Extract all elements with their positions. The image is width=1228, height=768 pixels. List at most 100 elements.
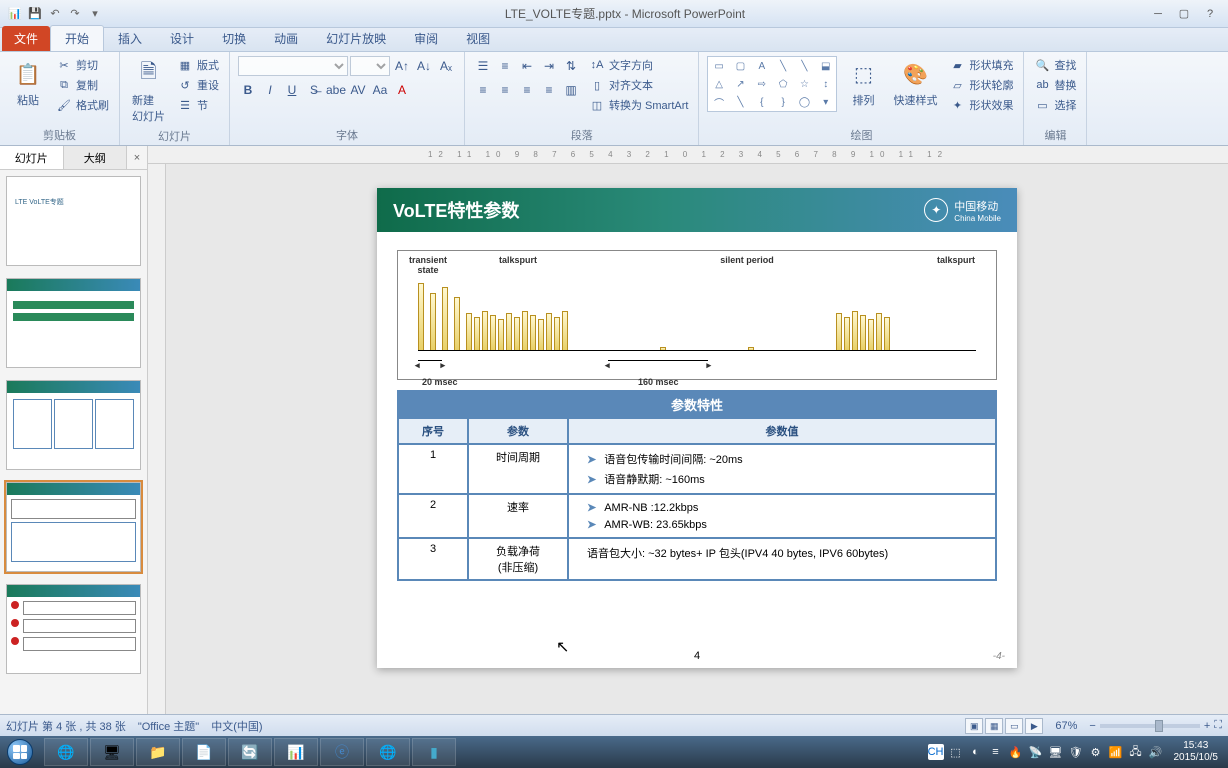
outdent-button[interactable]: ⇤ (517, 56, 537, 76)
tab-view[interactable]: 视图 (452, 26, 504, 51)
slide-thumb-4[interactable] (6, 482, 141, 572)
taskbar-app-8[interactable]: 🌐 (366, 738, 410, 766)
section-button[interactable]: ☰节 (175, 96, 221, 114)
align-center-button[interactable]: ≡ (495, 80, 515, 100)
slideshow-view-button[interactable]: ▶ (1025, 718, 1043, 734)
find-button[interactable]: 🔍查找 (1032, 56, 1078, 74)
text-direction-button[interactable]: ↕A文字方向 (587, 56, 690, 74)
taskbar-app-3[interactable]: 📁 (136, 738, 180, 766)
tray-icon-5[interactable]: 📡 (1028, 744, 1044, 760)
tab-transitions[interactable]: 切换 (208, 26, 260, 51)
shapes-gallery[interactable]: ▭▢A╲╲⬓ △↗⇨⬠☆↕ ⌒╲{}◯▾ (707, 56, 837, 112)
minimize-button[interactable]: ─ (1146, 5, 1170, 23)
panel-close-icon[interactable]: × (127, 146, 147, 169)
layout-button[interactable]: ▦版式 (175, 56, 221, 74)
shadow-button[interactable]: abe (326, 80, 346, 100)
slide-thumb-2[interactable] (6, 278, 141, 368)
font-size-select[interactable] (350, 56, 390, 76)
save-icon[interactable]: 💾 (26, 5, 44, 23)
align-left-button[interactable]: ≡ (473, 80, 493, 100)
tab-insert[interactable]: 插入 (104, 26, 156, 51)
paste-button[interactable]: 📋 粘贴 (8, 56, 48, 110)
spacing-button[interactable]: AV (348, 80, 368, 100)
tray-volume-icon[interactable]: 🔊 (1148, 744, 1164, 760)
format-painter-button[interactable]: 🖌格式刷 (54, 96, 111, 114)
increase-font-icon[interactable]: A↑ (392, 56, 412, 76)
smartart-button[interactable]: ◫转换为 SmartArt (587, 96, 690, 114)
tray-icon-4[interactable]: 🔥 (1008, 744, 1024, 760)
start-button[interactable] (0, 736, 40, 768)
font-color-button[interactable]: A (392, 80, 412, 100)
slide-thumb-3[interactable] (6, 380, 141, 470)
clear-format-icon[interactable]: Aₓ (436, 56, 456, 76)
zoom-in-button[interactable]: + (1204, 720, 1210, 732)
fit-window-button[interactable]: ⛶ (1214, 719, 1222, 732)
help-button[interactable]: ? (1198, 5, 1222, 23)
taskbar-app-5[interactable]: 🔄 (228, 738, 272, 766)
zoom-slider[interactable] (1100, 724, 1200, 728)
tray-icon-8[interactable]: ⚙ (1088, 744, 1104, 760)
normal-view-button[interactable]: ▣ (965, 718, 983, 734)
slide[interactable]: VoLTE特性参数 ✦ 中国移动 China Mobile transient … (377, 188, 1017, 668)
taskbar-app-9[interactable]: ▮ (412, 738, 456, 766)
quick-styles-button[interactable]: 🎨 快速样式 (889, 56, 941, 110)
shape-fill-button[interactable]: ▰形状填充 (947, 56, 1015, 74)
indent-button[interactable]: ⇥ (539, 56, 559, 76)
clock[interactable]: 15:43 2015/10/5 (1168, 740, 1225, 764)
tray-icon-6[interactable]: 🖥 (1048, 744, 1064, 760)
reading-view-button[interactable]: ▭ (1005, 718, 1023, 734)
tray-icon-3[interactable]: ≡ (988, 744, 1004, 760)
bullets-button[interactable]: ☰ (473, 56, 493, 76)
tray-icon-2[interactable]: ◐ (968, 744, 984, 760)
zoom-out-button[interactable]: − (1089, 720, 1095, 732)
columns-button[interactable]: ▥ (561, 80, 581, 100)
redo-icon[interactable]: ↷ (66, 5, 84, 23)
taskbar-app-6[interactable]: 📊 (274, 738, 318, 766)
copy-button[interactable]: ⧉复制 (54, 76, 111, 94)
select-button[interactable]: ▭选择 (1032, 96, 1078, 114)
tab-slideshow[interactable]: 幻灯片放映 (312, 26, 400, 51)
align-text-button[interactable]: ▯对齐文本 (587, 76, 690, 94)
file-tab[interactable]: 文件 (2, 26, 50, 51)
strikethrough-button[interactable]: S̶ (304, 80, 324, 100)
slide-thumbnails[interactable]: LTE VoLTE专题 (0, 170, 147, 714)
taskbar-app-1[interactable]: 🌐 (44, 738, 88, 766)
shape-outline-button[interactable]: ▱形状轮廓 (947, 76, 1015, 94)
taskbar-app-4[interactable]: 📄 (182, 738, 226, 766)
ime-indicator[interactable]: CH (928, 744, 944, 760)
taskbar-app-2[interactable]: 🖥 (90, 738, 134, 766)
slide-thumb-1[interactable]: LTE VoLTE专题 (6, 176, 141, 266)
tab-design[interactable]: 设计 (156, 26, 208, 51)
new-slide-button[interactable]: 🗎 新建 幻灯片 (128, 56, 169, 126)
tab-review[interactable]: 审阅 (400, 26, 452, 51)
bold-button[interactable]: B (238, 80, 258, 100)
cut-button[interactable]: ✂剪切 (54, 56, 111, 74)
language-status[interactable]: 中文(中国) (211, 718, 262, 734)
tab-animations[interactable]: 动画 (260, 26, 312, 51)
sorter-view-button[interactable]: ▦ (985, 718, 1003, 734)
panel-tab-slides[interactable]: 幻灯片 (0, 146, 64, 169)
reset-button[interactable]: ↺重设 (175, 76, 221, 94)
italic-button[interactable]: I (260, 80, 280, 100)
replace-button[interactable]: ab替换 (1032, 76, 1078, 94)
underline-button[interactable]: U (282, 80, 302, 100)
justify-button[interactable]: ≡ (539, 80, 559, 100)
numbering-button[interactable]: ≡ (495, 56, 515, 76)
qat-dropdown-icon[interactable]: ▾ (86, 5, 104, 23)
tray-network-icon[interactable]: 🖧 (1128, 744, 1144, 760)
taskbar-app-7[interactable]: ⓔ (320, 738, 364, 766)
zoom-percent[interactable]: 67% (1055, 720, 1077, 732)
shape-effects-button[interactable]: ✦形状效果 (947, 96, 1015, 114)
linespacing-button[interactable]: ⇅ (561, 56, 581, 76)
font-name-select[interactable] (238, 56, 348, 76)
tray-icon-9[interactable]: 📶 (1108, 744, 1124, 760)
undo-icon[interactable]: ↶ (46, 5, 64, 23)
slide-thumb-5[interactable] (6, 584, 141, 674)
arrange-button[interactable]: ⬚ 排列 (843, 56, 883, 110)
tray-icon-7[interactable]: 🛡 (1068, 744, 1084, 760)
panel-tab-outline[interactable]: 大纲 (64, 146, 128, 169)
canvas[interactable]: VoLTE特性参数 ✦ 中国移动 China Mobile transient … (166, 164, 1228, 714)
change-case-button[interactable]: Aa (370, 80, 390, 100)
tab-home[interactable]: 开始 (50, 25, 104, 51)
tray-icon-1[interactable]: ⬚ (948, 744, 964, 760)
